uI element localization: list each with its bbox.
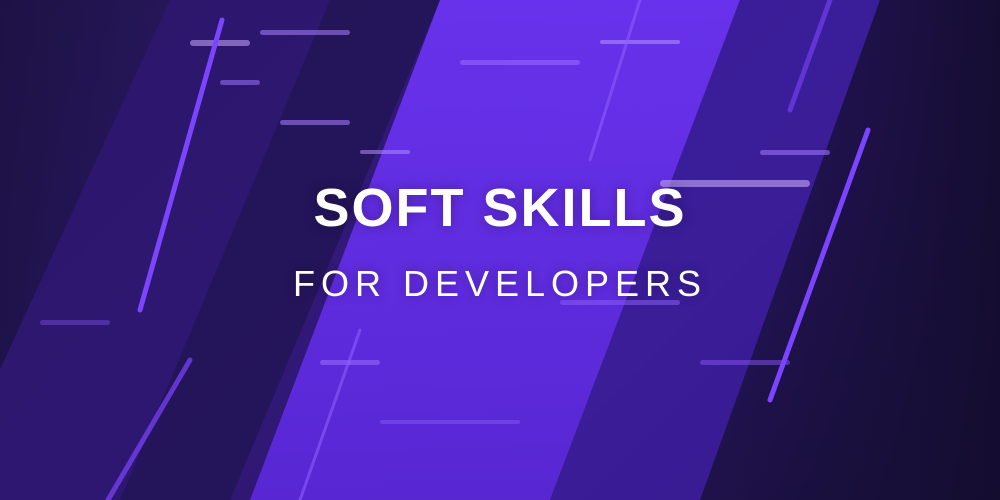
banner-title: SOFT SKILLS <box>313 178 687 238</box>
banner: SOFT SKILLS FOR DEVELOPERS <box>0 0 1000 500</box>
title-block: SOFT SKILLS FOR DEVELOPERS <box>0 0 1000 500</box>
banner-subtitle: FOR DEVELOPERS <box>292 263 708 304</box>
